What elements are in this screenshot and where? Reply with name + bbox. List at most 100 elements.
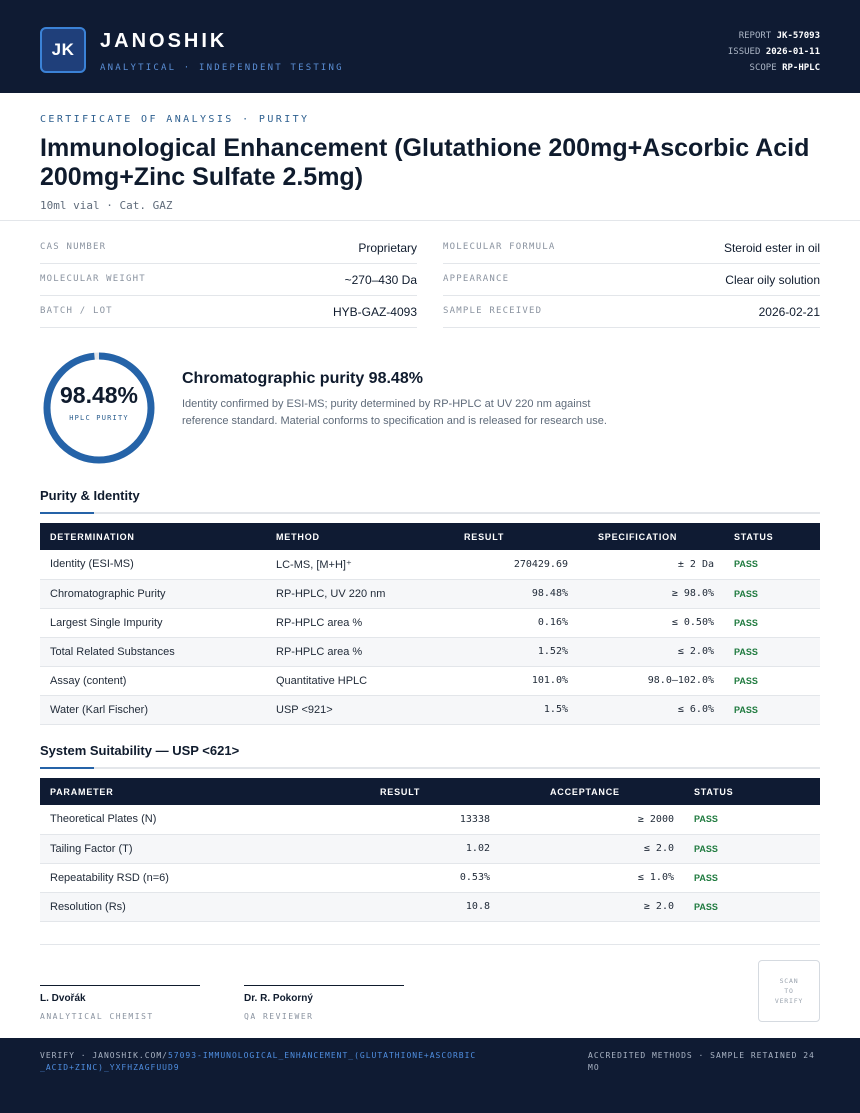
- cell-determination: Assay (content): [40, 666, 266, 696]
- property-label: MOLECULAR WEIGHT: [40, 274, 146, 284]
- col-header-specification: SPECIFICATION: [578, 523, 724, 550]
- signature-name: Dr. R. Pokorný: [244, 993, 313, 1004]
- brand-tagline: ANALYTICAL · INDEPENDENT TESTING: [100, 63, 344, 73]
- status-badge: PASS: [724, 550, 820, 580]
- property-molecular-weight: MOLECULAR WEIGHT ~270–430 Da: [40, 264, 417, 296]
- property-value: Proprietary: [358, 241, 417, 255]
- cell-method: RP-HPLC area %: [266, 608, 434, 638]
- property-label: APPEARANCE: [443, 274, 510, 284]
- cell-parameter: Repeatability RSD (n=6): [40, 863, 360, 893]
- status-badge: PASS: [684, 892, 820, 922]
- cell-acceptance: ≥ 2.0: [500, 892, 684, 922]
- verify-text: VERIFY · JANOSHIK.COM/57093-IMMUNOLOGICA…: [40, 1050, 480, 1074]
- report-footer: VERIFY · JANOSHIK.COM/57093-IMMUNOLOGICA…: [0, 1038, 860, 1113]
- col-header-parameter: PARAMETER: [40, 778, 360, 805]
- qr-text: SCAN: [779, 977, 799, 985]
- property-label: SAMPLE RECEIVED: [443, 306, 543, 316]
- property-batch-lot: BATCH / LOT HYB-GAZ-4093: [40, 296, 417, 328]
- cell-determination: Largest Single Impurity: [40, 608, 266, 638]
- cell-result: 0.16%: [434, 608, 578, 638]
- table-row: Assay (content) Quantitative HPLC 101.0%…: [40, 666, 820, 696]
- purity-headline: Chromatographic purity 98.48%: [182, 370, 423, 387]
- table-row: Resolution (Rs) 10.8 ≥ 2.0 PASS: [40, 892, 820, 922]
- signature-line: [244, 985, 404, 986]
- signature-role: QA REVIEWER: [244, 1012, 314, 1021]
- divider: [40, 944, 820, 945]
- cell-specification: ± 2 Da: [578, 550, 724, 580]
- col-header-status: STATUS: [684, 778, 820, 805]
- document-kicker: CERTIFICATE OF ANALYSIS · PURITY: [40, 114, 310, 125]
- cell-method: USP <921>: [266, 695, 434, 725]
- cell-method: LC-MS, [M+H]⁺: [266, 550, 434, 580]
- purity-table: DETERMINATION METHOD RESULT SPECIFICATIO…: [40, 523, 820, 725]
- cell-determination: Water (Karl Fischer): [40, 695, 266, 725]
- product-subtitle: 10ml vial · Cat. GAZ: [40, 199, 173, 212]
- cell-result: 13338: [360, 805, 500, 835]
- report-header: JK JANOSHIK ANALYTICAL · INDEPENDENT TES…: [0, 0, 860, 93]
- cell-method: RP-HPLC, UV 220 nm: [266, 579, 434, 609]
- table-row: Water (Karl Fischer) USP <921> 1.5% ≤ 6.…: [40, 695, 820, 725]
- cell-specification: ≤ 0.50%: [578, 608, 724, 638]
- col-header-determination: DETERMINATION: [40, 523, 266, 550]
- cell-determination: Identity (ESI-MS): [40, 550, 266, 580]
- verify-qr-placeholder[interactable]: SCAN TO VERIFY: [758, 960, 820, 1022]
- verify-prefix: VERIFY · JANOSHIK.COM/: [40, 1051, 168, 1060]
- cell-specification: ≥ 98.0%: [578, 579, 724, 609]
- table-row: Identity (ESI-MS) LC-MS, [M+H]⁺ 270429.6…: [40, 550, 820, 580]
- cell-result: 98.48%: [434, 579, 578, 609]
- cell-acceptance: ≤ 2.0: [500, 834, 684, 864]
- col-header-acceptance: ACCEPTANCE: [500, 778, 684, 805]
- report-id-value: JK-57093: [776, 31, 820, 41]
- property-label: BATCH / LOT: [40, 306, 113, 316]
- property-cas-number: CAS NUMBER Proprietary: [40, 232, 417, 264]
- scope-value: RP-HPLC: [782, 63, 820, 73]
- cell-method: Quantitative HPLC: [266, 666, 434, 696]
- cell-result: 1.5%: [434, 695, 578, 725]
- scope-label: SCOPE: [749, 63, 777, 73]
- property-molecular-formula: MOLECULAR FORMULA Steroid ester in oil: [443, 232, 820, 264]
- property-label: MOLECULAR FORMULA: [443, 242, 556, 252]
- table-header-row: PARAMETER RESULT ACCEPTANCE STATUS: [40, 778, 820, 805]
- cell-acceptance: ≤ 1.0%: [500, 863, 684, 893]
- brand-logo: JK: [40, 27, 86, 73]
- property-appearance: APPEARANCE Clear oily solution: [443, 264, 820, 296]
- property-value: 2026-02-21: [758, 305, 820, 319]
- property-value: ~270–430 Da: [344, 273, 417, 287]
- property-value: HYB-GAZ-4093: [332, 305, 417, 319]
- cell-specification: 98.0–102.0%: [578, 666, 724, 696]
- cell-result: 1.02: [360, 834, 500, 864]
- brand-name: JANOSHIK: [100, 30, 228, 52]
- property-value: Steroid ester in oil: [723, 241, 820, 255]
- property-label: CAS NUMBER: [40, 242, 107, 252]
- cell-determination: Chromatographic Purity: [40, 579, 266, 609]
- cell-parameter: Resolution (Rs): [40, 892, 360, 922]
- col-header-status: STATUS: [724, 523, 820, 550]
- status-badge: PASS: [724, 666, 820, 696]
- col-header-result: RESULT: [434, 523, 578, 550]
- page-title: Immunological Enhancement (Glutathione 2…: [40, 134, 810, 191]
- section-title-suitability: System Suitability — USP <621>: [40, 743, 240, 758]
- cell-result: 270429.69: [434, 550, 578, 580]
- signature-role: ANALYTICAL CHEMIST: [40, 1012, 154, 1021]
- signature-name: L. Dvořák: [40, 993, 86, 1004]
- purity-ring-label: HPLC PURITY: [69, 414, 129, 422]
- col-header-result: RESULT: [360, 778, 500, 805]
- status-badge: PASS: [724, 695, 820, 725]
- col-header-method: METHOD: [266, 523, 434, 550]
- table-row: Repeatability RSD (n=6) 0.53% ≤ 1.0% PAS…: [40, 863, 820, 893]
- status-badge: PASS: [724, 579, 820, 609]
- issued-value: 2026-01-11: [765, 47, 820, 57]
- table-row: Tailing Factor (T) 1.02 ≤ 2.0 PASS: [40, 834, 820, 864]
- table-row: Total Related Substances RP-HPLC area % …: [40, 637, 820, 667]
- table-row: Chromatographic Purity RP-HPLC, UV 220 n…: [40, 579, 820, 609]
- property-value: Clear oily solution: [725, 273, 820, 287]
- cell-parameter: Theoretical Plates (N): [40, 805, 360, 835]
- cell-result: 0.53%: [360, 863, 500, 893]
- report-meta: REPORT JK-57093 ISSUED 2026-01-11 SCOPE …: [728, 28, 820, 76]
- cell-result: 101.0%: [434, 666, 578, 696]
- cell-specification: ≤ 6.0%: [578, 695, 724, 725]
- purity-description: Identity confirmed by ESI-MS; purity det…: [182, 398, 607, 427]
- section-title-purity: Purity & Identity: [40, 488, 140, 503]
- property-sample-received: SAMPLE RECEIVED 2026-02-21: [443, 296, 820, 328]
- qr-text: TO: [784, 987, 794, 995]
